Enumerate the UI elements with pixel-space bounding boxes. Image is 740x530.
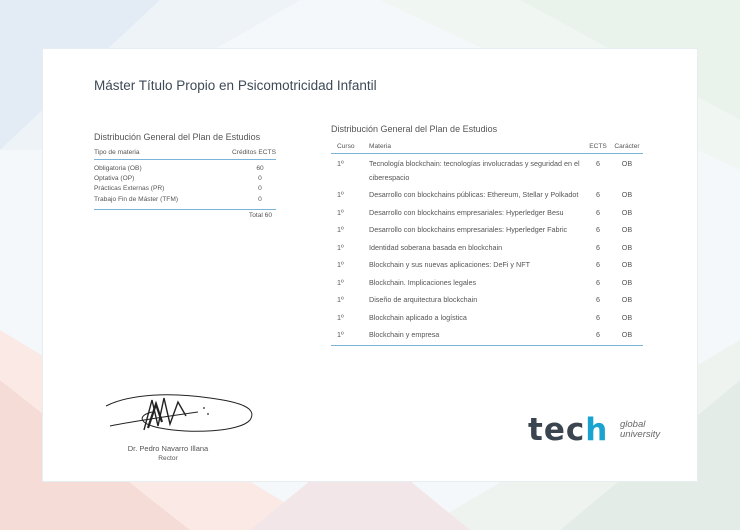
right-table-title: Distribución General del Plan de Estudio… bbox=[331, 124, 498, 134]
cell-ects: 6 bbox=[596, 207, 600, 217]
subjects-table: Curso Materia ECTS Carácter 1º Tecnologí… bbox=[331, 143, 643, 346]
cell-materia: Tecnología blockchain: tecnologías invol… bbox=[369, 159, 580, 182]
cell-curso: 1º bbox=[337, 159, 344, 168]
table-row: 1º Blockchain y empresa 6 OB bbox=[331, 325, 643, 346]
row-type: Prácticas Externas (PR) bbox=[94, 185, 165, 193]
table-row: 1º Blockchain aplicado a logística 6 OB bbox=[331, 308, 643, 326]
cell-caracter: OB bbox=[621, 260, 633, 269]
table-row: 1º Desarrollo con blockchains empresaria… bbox=[331, 203, 643, 221]
rector-name: Dr. Pedro Navarro Illana bbox=[127, 444, 209, 453]
row-credits: 60 bbox=[256, 165, 264, 172]
header-tipo: Tipo de materia bbox=[94, 149, 140, 156]
cell-ects: 6 bbox=[596, 159, 600, 168]
document-title: Máster Título Propio en Psicomotricidad … bbox=[94, 78, 377, 93]
row-type: Obligatoria (OB) bbox=[94, 165, 142, 172]
cell-materia: Blockchain. Implicaciones legales bbox=[369, 277, 477, 287]
logo-subtitle: global university bbox=[620, 420, 660, 440]
cell-caracter: OB bbox=[621, 159, 633, 168]
row-type: Optativa (OP) bbox=[94, 175, 135, 183]
cell-materia: Blockchain aplicado a logística bbox=[369, 312, 467, 322]
table-row: 1º Blockchain y sus nuevas aplicaciones:… bbox=[331, 255, 643, 273]
cell-materia: Desarrollo con blockchains empresariales… bbox=[369, 207, 564, 217]
cell-ects: 6 bbox=[585, 325, 611, 346]
table-row: 1º Diseño de arquitectura blockchain 6 O… bbox=[331, 290, 643, 308]
cell-ects: 6 bbox=[596, 242, 600, 252]
subjects-header: Curso Materia ECTS Carácter bbox=[331, 143, 643, 154]
header-creditos: Créditos ECTS bbox=[232, 149, 276, 156]
row-credits: 0 bbox=[258, 195, 262, 203]
cell-ects: 6 bbox=[596, 260, 600, 269]
cell-ects: 6 bbox=[596, 277, 600, 287]
cell-ects: 6 bbox=[596, 312, 600, 322]
table-row: 1º Tecnología blockchain: tecnologías in… bbox=[331, 154, 643, 186]
cell-caracter: OB bbox=[621, 225, 633, 234]
table-row: Trabajo Fin de Máster (TFM) 0 bbox=[94, 195, 276, 205]
cell-curso: 1º bbox=[337, 225, 344, 234]
header-ects: ECTS bbox=[585, 143, 611, 154]
cell-curso: 1º bbox=[337, 260, 344, 269]
table-row: Optativa (OP) 0 bbox=[94, 174, 276, 184]
cell-caracter: OB bbox=[621, 190, 633, 199]
cell-curso: 1º bbox=[337, 312, 344, 322]
cell-ects: 6 bbox=[596, 190, 600, 199]
cell-materia: Blockchain y empresa bbox=[369, 325, 585, 346]
cell-caracter: OB bbox=[621, 312, 633, 322]
table-row: Obligatoria (OB) 60 bbox=[94, 164, 276, 174]
cell-materia: Diseño de arquitectura blockchain bbox=[369, 295, 478, 304]
cell-materia: Identidad soberana basada en blockchain bbox=[369, 242, 503, 252]
row-type: Trabajo Fin de Máster (TFM) bbox=[94, 195, 179, 203]
row-credits: 0 bbox=[258, 185, 262, 193]
credits-summary-table: Tipo de materia Créditos ECTS Obligatori… bbox=[94, 149, 276, 219]
cell-curso: 1º bbox=[337, 295, 344, 304]
row-credits: 0 bbox=[258, 175, 262, 183]
rector-signature bbox=[105, 394, 253, 432]
tech-university-logo: tech global university bbox=[528, 412, 688, 452]
cell-ects: 6 bbox=[596, 225, 600, 234]
header-caracter: Carácter bbox=[611, 143, 643, 154]
table-row: 1º Desarrollo con blockchains públicas: … bbox=[331, 185, 643, 203]
header-curso: Curso bbox=[331, 143, 369, 154]
cell-materia: Blockchain y sus nuevas aplicaciones: De… bbox=[369, 260, 530, 269]
cell-caracter: OB bbox=[621, 207, 633, 217]
cell-curso: 1º bbox=[331, 325, 369, 346]
table-row: 1º Desarrollo con blockchains empresaria… bbox=[331, 220, 643, 238]
cell-materia: Desarrollo con blockchains empresariales… bbox=[369, 225, 568, 234]
credits-total: Total 60 bbox=[94, 208, 276, 219]
logo-wordmark: tech bbox=[528, 412, 608, 448]
header-materia: Materia bbox=[369, 143, 585, 154]
cell-ects: 6 bbox=[596, 295, 600, 304]
cell-materia: Desarrollo con blockchains públicas: Eth… bbox=[369, 190, 579, 199]
cell-curso: 1º bbox=[337, 207, 344, 217]
cell-caracter: OB bbox=[621, 277, 633, 287]
cell-caracter: OB bbox=[621, 242, 633, 252]
table-row: Prácticas Externas (PR) 0 bbox=[94, 184, 276, 194]
cell-curso: 1º bbox=[337, 277, 344, 287]
cell-caracter: OB bbox=[611, 325, 643, 346]
table-row: 1º Identidad soberana basada en blockcha… bbox=[331, 238, 643, 256]
table-row: 1º Blockchain. Implicaciones legales 6 O… bbox=[331, 273, 643, 291]
credits-summary-header: Tipo de materia Créditos ECTS bbox=[94, 149, 276, 160]
logo-sub-line2: university bbox=[620, 429, 661, 440]
rector-role: Rector bbox=[158, 455, 178, 462]
cell-curso: 1º bbox=[337, 242, 344, 252]
cell-caracter: OB bbox=[621, 295, 633, 304]
cell-curso: 1º bbox=[337, 190, 344, 199]
logo-word: tech bbox=[528, 412, 609, 448]
left-table-title: Distribución General del Plan de Estudio… bbox=[94, 132, 261, 142]
